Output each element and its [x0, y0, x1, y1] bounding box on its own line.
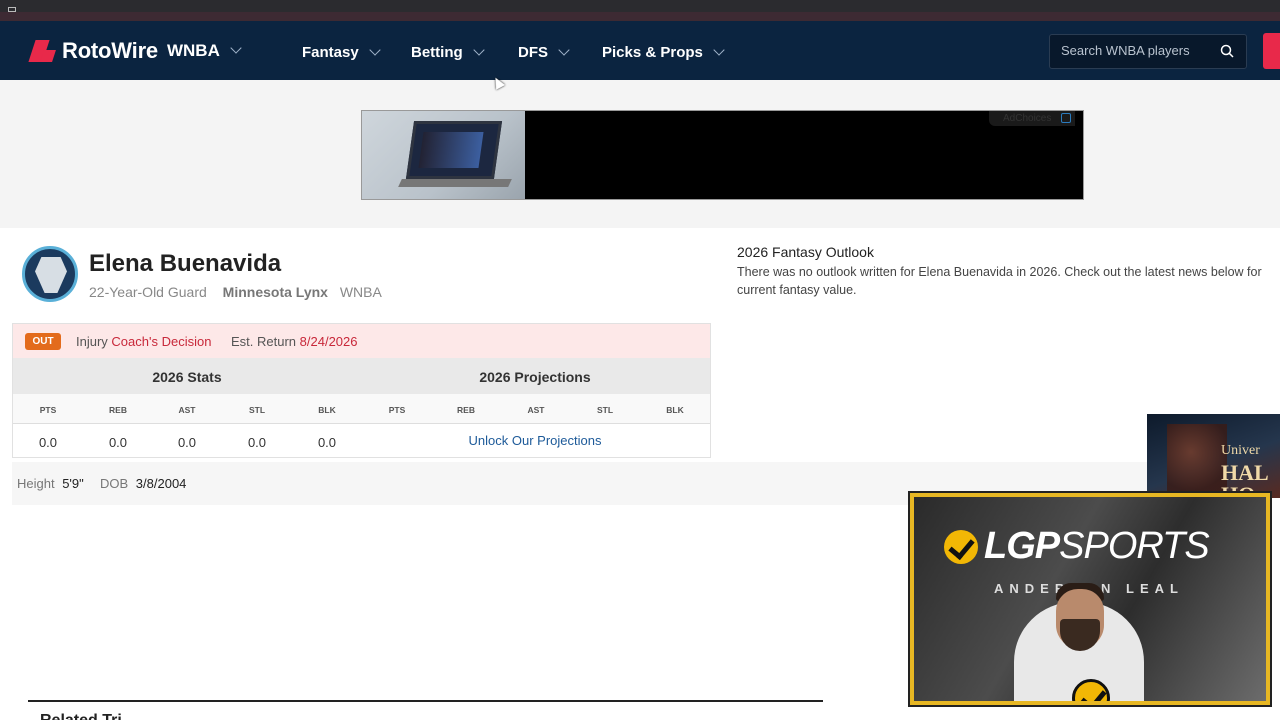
injury-label: Injury — [76, 334, 108, 349]
sports-word: SPORTS — [1059, 525, 1210, 567]
lgp-sports-logo: LGPSPORTS — [944, 525, 1210, 568]
chevron-down-icon — [369, 43, 381, 56]
stats-title: 2026 Stats — [152, 369, 222, 385]
dob-value: 3/8/2004 — [135, 476, 187, 491]
checkmark-icon — [944, 529, 978, 564]
video-text-line: HAL — [1221, 460, 1269, 485]
brand-name: RotoWire — [62, 38, 158, 63]
browser-top-strip — [0, 0, 1280, 21]
col-header: AST — [527, 405, 545, 415]
outlook-title: 2026 Fantasy Outlook — [737, 244, 874, 260]
projections-title: 2026 Projections — [479, 369, 591, 385]
adchoices-icon — [1061, 113, 1071, 123]
video-text-line: Univer — [1221, 443, 1260, 458]
nav-dfs-label: DFS — [518, 44, 548, 61]
nav-fantasy[interactable]: Fantasy — [302, 43, 381, 61]
video-scene — [1167, 424, 1227, 494]
col-header: PTS — [388, 405, 406, 415]
main-navbar: RotoWire WNBA Fantasy Betting DFS Picks … — [0, 21, 1280, 80]
chevron-down-icon — [713, 43, 725, 56]
height-label: Height — [17, 476, 55, 491]
nav-fantasy-label: Fantasy — [302, 44, 359, 61]
webcam-overlay: LGPSPORTS ANDERSON LEAL — [910, 493, 1270, 705]
height-info: Height 5'9" — [17, 476, 84, 491]
search-icon[interactable] — [1220, 44, 1234, 58]
side-video-ad[interactable]: Univer HAL HO — [1147, 414, 1280, 498]
col-header: REB — [457, 405, 475, 415]
lgp-word: LGP — [984, 525, 1060, 567]
player-team-link[interactable]: Minnesota Lynx — [223, 284, 328, 300]
stats-panel: OUT Injury Coach's Decision Est. Return … — [12, 323, 711, 458]
col-header: AST — [178, 405, 196, 415]
subscribe-button[interactable] — [1263, 33, 1280, 69]
col-header: STL — [596, 405, 614, 415]
chevron-down-icon[interactable] — [230, 42, 242, 54]
player-league: WNBA — [339, 284, 382, 300]
league-switcher[interactable]: WNBA — [167, 41, 220, 61]
adchoices-label: AdChoices — [1003, 113, 1052, 124]
stats-columns-row: PTS REB AST STL BLK PTS REB AST STL BLK — [13, 394, 710, 424]
laptop-base-graphic — [398, 179, 512, 187]
stats-header-row: 2026 Stats 2026 Projections — [13, 358, 710, 394]
adchoices-badge[interactable]: AdChoices — [989, 111, 1075, 126]
col-header: PTS — [39, 405, 57, 415]
nav-picks-props-label: Picks & Props — [602, 44, 703, 61]
outlook-text: There was no outlook written for Elena B… — [737, 265, 1262, 297]
site-logo[interactable]: RotoWire WNBA — [30, 38, 242, 64]
related-section-title: Related Tri — [40, 712, 122, 720]
player-descriptor: 22-Year-Old Guard — [89, 284, 207, 300]
injury-value: Coach's Decision — [111, 334, 212, 349]
est-return: Est. Return 8/24/2026 — [231, 334, 358, 349]
est-return-label: Est. Return — [231, 334, 297, 349]
height-value: 5'9" — [62, 476, 84, 491]
video-text: Univer HAL HO — [1221, 440, 1269, 498]
ad-zone: AdChoices — [0, 80, 1280, 228]
nav-betting[interactable]: Betting — [411, 43, 485, 61]
col-header: BLK — [318, 405, 336, 415]
status-badge: OUT — [25, 333, 61, 350]
player-name: Elena Buenavida — [89, 250, 282, 277]
injury-status: Injury Coach's Decision — [76, 334, 211, 349]
stats-values-row: 0.0 0.0 0.0 0.0 0.0 Unlock Our Projectio… — [13, 424, 710, 458]
col-header: REB — [109, 405, 127, 415]
stat-value: 0.0 — [247, 435, 267, 450]
injury-bar: OUT Injury Coach's Decision Est. Return … — [13, 324, 710, 358]
player-search[interactable] — [1049, 34, 1247, 69]
dob-label: DOB — [100, 476, 129, 491]
stat-value: 0.0 — [177, 435, 197, 450]
chevron-down-icon — [558, 43, 570, 56]
stat-value: 0.0 — [317, 435, 337, 450]
top-accent-bar — [0, 12, 1280, 21]
ad-image — [362, 111, 525, 199]
unlock-projections-link[interactable]: Unlock Our Projections — [361, 433, 709, 448]
player-subtitle: 22-Year-Old Guard Minnesota Lynx WNBA — [89, 284, 382, 300]
dob-info: DOB 3/8/2004 — [100, 476, 186, 491]
banner-ad[interactable]: AdChoices — [361, 110, 1084, 200]
nav-dfs[interactable]: DFS — [518, 43, 570, 61]
nav-betting-label: Betting — [411, 44, 463, 61]
stat-value: 0.0 — [38, 435, 58, 450]
lgp-wordmark: LGPSPORTS — [984, 525, 1210, 568]
nav-picks-props[interactable]: Picks & Props — [602, 43, 725, 61]
stat-value: 0.0 — [108, 435, 128, 450]
laptop-graphic — [405, 121, 503, 179]
rotowire-logo-icon — [30, 38, 56, 64]
est-return-value: 8/24/2026 — [299, 334, 358, 349]
col-header: BLK — [666, 405, 684, 415]
related-section: Related Tri — [28, 700, 823, 720]
team-logo-icon[interactable] — [22, 246, 78, 302]
search-input[interactable] — [1061, 43, 1211, 58]
chevron-down-icon — [473, 43, 485, 56]
col-header: STL — [248, 405, 266, 415]
